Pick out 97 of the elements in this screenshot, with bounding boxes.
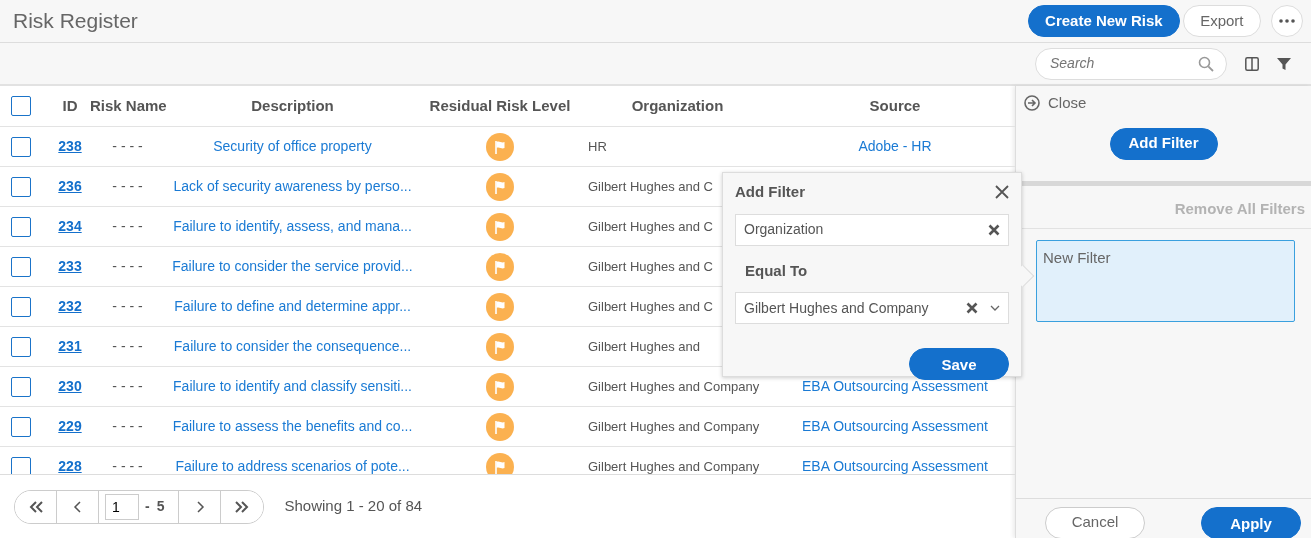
row-checkbox[interactable] (11, 456, 31, 474)
risk-name-cell-text: - - - - (111, 377, 144, 396)
organization-cell: Gilbert Hughes and Company (588, 418, 760, 434)
source-link[interactable]: Adobe - HR (858, 138, 932, 154)
save-button[interactable]: Save (909, 348, 1009, 380)
risk-id-link[interactable]: 230 (58, 378, 82, 394)
risk-name-cell-text: - - - - (111, 177, 144, 196)
apply-button[interactable]: Apply (1201, 506, 1301, 538)
organization-cell: HR (588, 138, 607, 154)
description-link[interactable]: Failure to address scenarios of pote... (175, 458, 410, 474)
flag-icon (486, 292, 514, 321)
row-checkbox[interactable] (11, 176, 31, 197)
column-header: Residual Risk Level (428, 95, 572, 116)
first-page-button[interactable] (15, 490, 57, 523)
flag-icon (486, 452, 514, 474)
more-icon (1279, 19, 1295, 23)
column-header: ID (61, 95, 79, 116)
row-checkbox[interactable] (11, 256, 31, 277)
description-link[interactable]: Failure to identify, assess, and mana... (173, 218, 412, 234)
row-checkbox[interactable] (11, 416, 31, 437)
risk-id-link[interactable]: 228 (58, 458, 82, 474)
field-select[interactable]: Organization (735, 213, 1009, 246)
search-icon (1198, 55, 1214, 72)
create-risk-button[interactable]: Create New Risk (1028, 5, 1180, 37)
source-link[interactable]: EBA Outsourcing Assessment (802, 458, 988, 474)
select-all-checkbox[interactable] (11, 96, 31, 116)
organization-cell: Gilbert Hughes and Company (588, 458, 760, 474)
columns-icon[interactable] (1245, 56, 1259, 71)
cancel-button[interactable]: Cancel (1045, 506, 1145, 538)
description-link[interactable]: Failure to consider the service provid... (172, 258, 413, 274)
value-select[interactable]: Gilbert Hughes and Company (735, 292, 1009, 324)
flag-icon (486, 252, 514, 281)
add-filter-button[interactable]: Add Filter (1109, 127, 1218, 160)
row-checkbox[interactable] (11, 376, 31, 397)
description-link[interactable]: Failure to assess the benefits and co... (172, 418, 413, 434)
risk-id-link[interactable]: 238 (58, 138, 82, 154)
first-page-icon (28, 500, 43, 513)
search-input[interactable]: Search (1048, 52, 1198, 75)
column-header: Risk Name (90, 95, 165, 116)
risk-name-cell-text: - - - - (111, 297, 144, 316)
close-icon[interactable] (995, 185, 1009, 200)
risk-id-link[interactable]: 231 (58, 338, 82, 354)
condition-label: Equal To (745, 260, 809, 281)
organization-cell: Gilbert Hughes and C (588, 298, 713, 314)
page-field[interactable]: 1 (105, 493, 139, 520)
row-checkbox[interactable] (11, 216, 31, 237)
risk-name-cell-text: - - - - (111, 137, 144, 156)
description-link[interactable]: Failure to consider the consequence... (173, 338, 412, 354)
total-pages: 5 (156, 497, 165, 516)
organization-cell: Gilbert Hughes and (588, 338, 700, 354)
arrow-circle-icon (1024, 95, 1040, 112)
clear-icon[interactable] (988, 223, 1000, 236)
flag-icon (486, 212, 514, 241)
description-link[interactable]: Security of office property (213, 138, 372, 154)
risk-name-cell-text: - - - - (111, 457, 144, 474)
risk-id-link[interactable]: 232 (58, 298, 82, 314)
chevron-icon (990, 305, 1000, 311)
description-link[interactable]: Lack of security awareness by perso... (173, 178, 412, 194)
column-header: Organization (630, 95, 725, 116)
row-checkbox[interactable] (11, 136, 31, 157)
page-separator: - (145, 497, 150, 516)
column-header: Description (250, 95, 335, 116)
flag-icon (486, 412, 514, 441)
search-field[interactable]: Search (1035, 47, 1227, 80)
last-page-icon (235, 500, 250, 513)
filter-item[interactable]: New Filter (1036, 239, 1295, 322)
popup-title: Add Filter (735, 182, 805, 202)
column-header: Source (868, 95, 922, 116)
organization-cell: Gilbert Hughes and Company (588, 378, 760, 394)
risk-name-cell-text: - - - - (111, 417, 144, 436)
filter-icon[interactable] (1277, 56, 1291, 71)
page-title: Risk Register (13, 8, 139, 35)
risk-name-cell-text: - - - - (111, 217, 144, 236)
row-checkbox[interactable] (11, 336, 31, 357)
export-button[interactable]: Export (1183, 5, 1261, 37)
risk-id-link[interactable]: 234 (58, 218, 82, 234)
clear-icon[interactable] (966, 302, 978, 314)
close-button[interactable]: Close (1016, 86, 1311, 121)
organization-cell: Gilbert Hughes and C (588, 258, 713, 274)
flag-icon (486, 132, 514, 161)
showing-text: Showing 1 - 20 of 84 (284, 496, 423, 517)
flag-icon (486, 332, 514, 361)
description-link[interactable]: Failure to define and determine appr... (174, 298, 411, 314)
more-button[interactable] (1271, 5, 1303, 37)
description-link[interactable]: Failure to identify and classify sensiti... (173, 378, 412, 394)
source-link[interactable]: EBA Outsourcing Assessment (802, 418, 988, 434)
source-link[interactable]: EBA Outsourcing Assessment (802, 378, 988, 394)
organization-cell: Gilbert Hughes and C (588, 218, 713, 234)
risk-id-link[interactable]: 233 (58, 258, 82, 274)
risk-name-cell-text: - - - - (111, 337, 144, 356)
flag-icon (486, 172, 514, 201)
row-checkbox[interactable] (11, 296, 31, 317)
risk-id-link[interactable]: 229 (58, 418, 82, 434)
organization-cell: Gilbert Hughes and C (588, 178, 713, 194)
flag-icon (486, 372, 514, 401)
risk-id-link[interactable]: 236 (58, 178, 82, 194)
risk-name-cell-text: - - - - (111, 257, 144, 276)
